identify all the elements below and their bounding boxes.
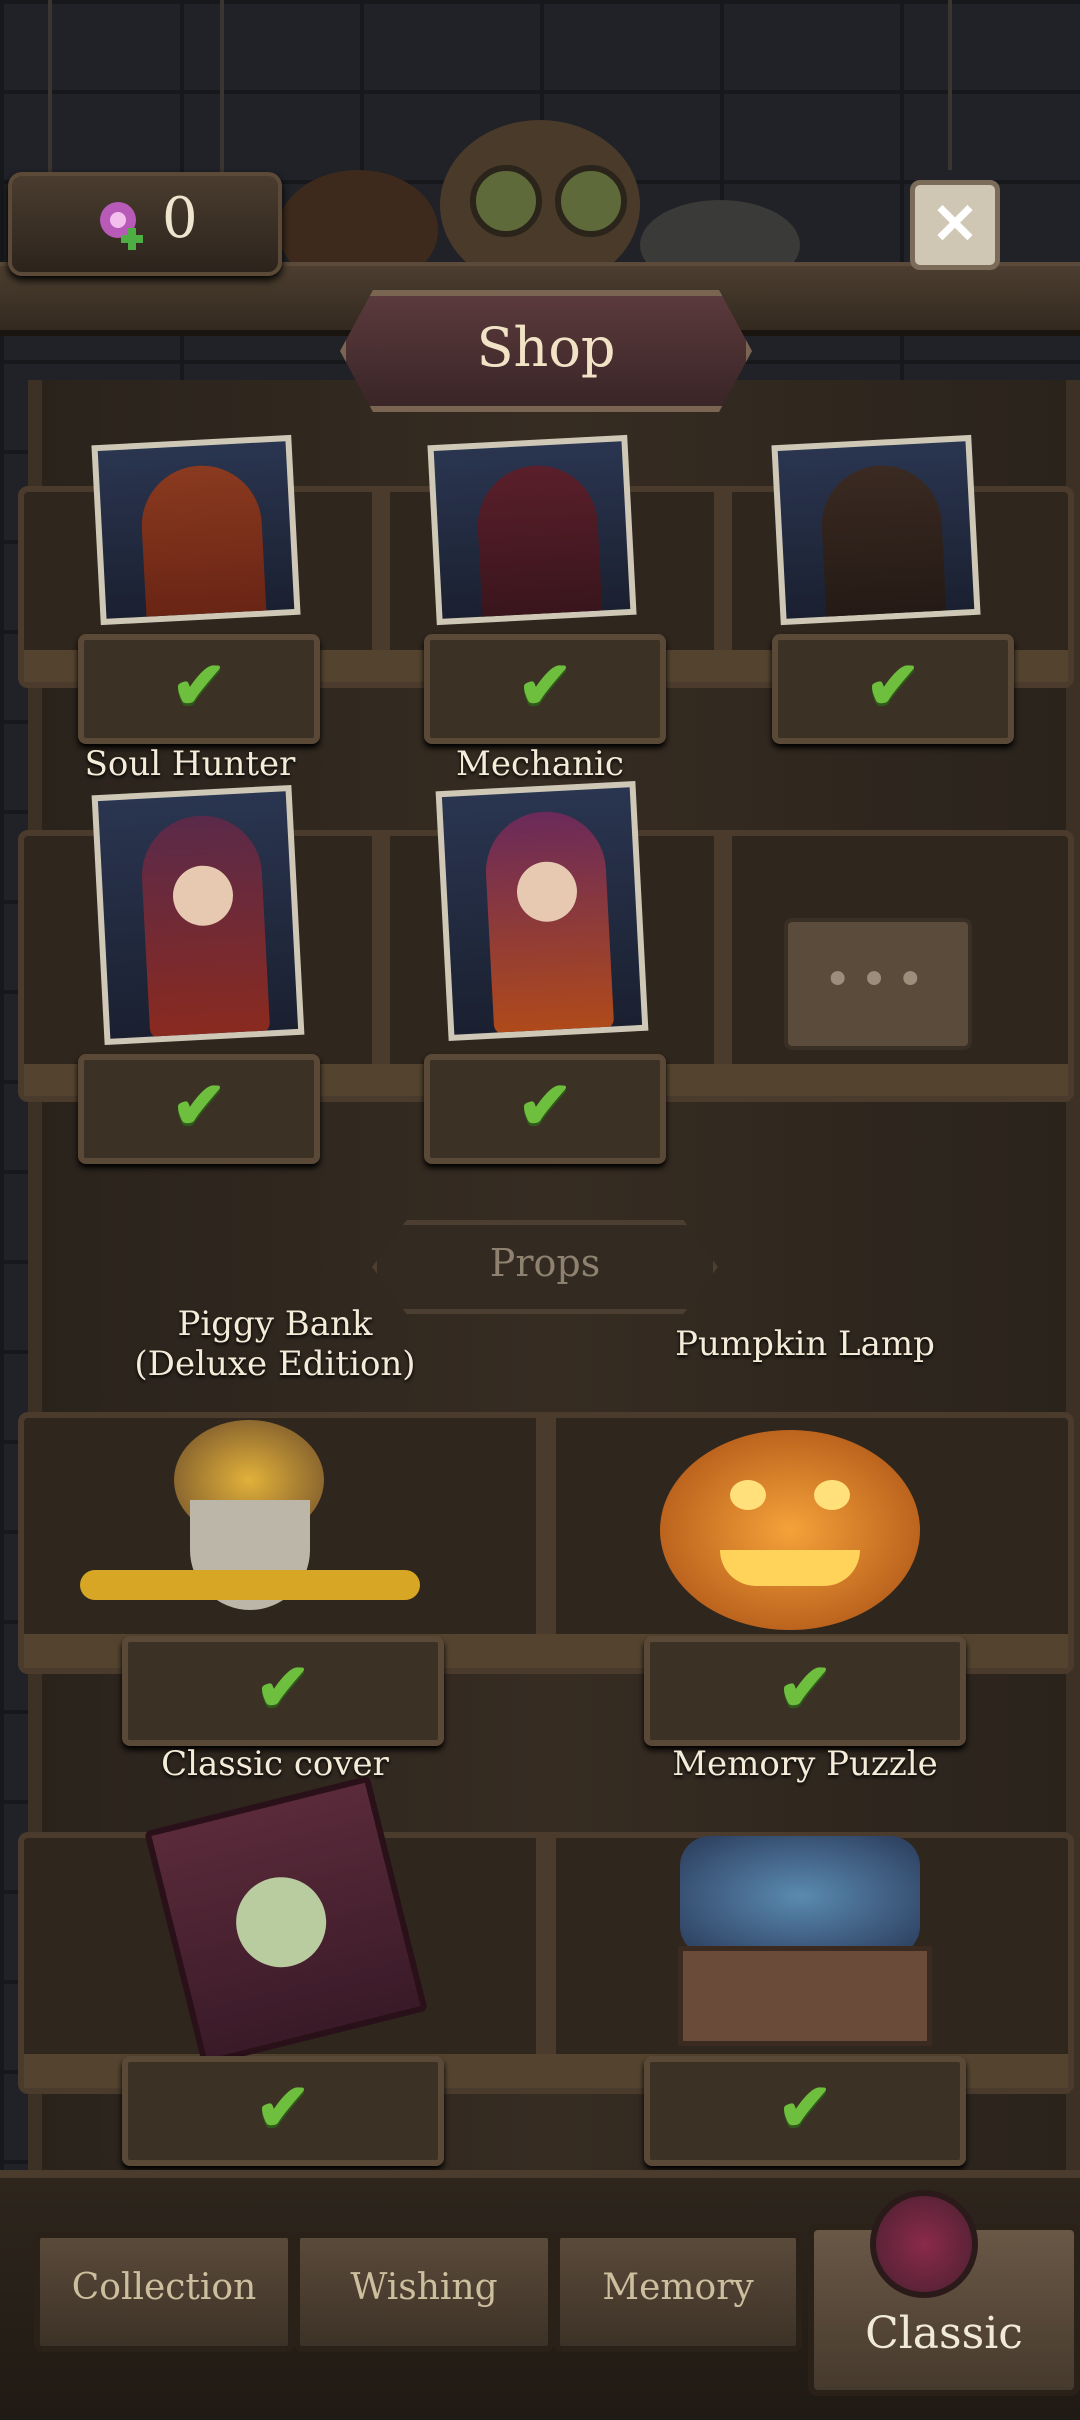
prop-name-line2: (Deluxe Edition) (134, 1344, 416, 1384)
character-card[interactable] (427, 434, 637, 626)
owned-plaque: ✔ (424, 1054, 666, 1164)
candy-currency-counter: 0 (8, 172, 282, 276)
owned-plaque: ✔ (644, 2056, 966, 2166)
owned-plaque: ✔ (78, 634, 320, 744)
props-section-title: Props (489, 1241, 601, 1285)
tab-memory[interactable]: Memory (554, 2232, 802, 2352)
check-icon: ✔ (517, 1066, 573, 1145)
character-name: Mechanic (456, 744, 624, 784)
pumpkin-lamp-icon[interactable] (660, 1430, 920, 1630)
check-icon: ✔ (171, 1066, 227, 1145)
owned-plaque: ✔ (122, 2056, 444, 2166)
props-section-banner: Props (372, 1220, 718, 1314)
close-button[interactable]: ✕ (910, 180, 1000, 270)
owned-plaque: ✔ (772, 634, 1014, 744)
tab-collection[interactable]: Collection (34, 2232, 294, 2352)
candy-icon (100, 202, 143, 250)
rope (948, 0, 952, 170)
check-icon: ✔ (517, 646, 573, 725)
rope (48, 0, 52, 180)
prop-name: Classic cover (161, 1744, 389, 1784)
owned-plaque: ✔ (122, 1636, 444, 1746)
check-icon: ✔ (777, 2068, 833, 2147)
character-card-soul-hunter[interactable] (91, 784, 305, 1046)
owned-plaque: ✔ (424, 634, 666, 744)
check-icon: ✔ (255, 1648, 311, 1727)
more-icon: ••• (823, 952, 933, 1008)
owl-eye-icon (470, 165, 542, 237)
memory-puzzle-chest-icon[interactable] (660, 1836, 940, 2046)
prop-name-line1: Piggy Bank (177, 1304, 373, 1344)
character-card[interactable] (91, 434, 301, 626)
owned-plaque: ✔ (644, 1636, 966, 1746)
prop-name: Pumpkin Lamp (675, 1324, 935, 1364)
check-icon: ✔ (171, 646, 227, 725)
shop-title-banner: Shop (340, 290, 752, 412)
check-icon: ✔ (865, 646, 921, 725)
character-name: Soul Hunter (84, 744, 296, 784)
owned-plaque: ✔ (78, 1054, 320, 1164)
check-icon: ✔ (777, 1648, 833, 1727)
more-characters-placeholder: ••• (784, 918, 972, 1050)
page-title: Shop (476, 316, 616, 379)
close-icon: ✕ (931, 191, 979, 257)
tab-wishing[interactable]: Wishing (294, 2232, 554, 2352)
tab-classic-label: Classic (865, 2308, 1023, 2359)
piggy-bank-icon[interactable] (80, 1390, 420, 1620)
classic-emblem-icon (870, 2190, 978, 2298)
prop-name: Memory Puzzle (672, 1744, 938, 1784)
prop-name: Piggy Bank (Deluxe Edition) (100, 1304, 450, 1384)
check-icon: ✔ (255, 2068, 311, 2147)
currency-value: 0 (162, 186, 198, 251)
owl-eye-icon (555, 165, 627, 237)
character-card-mechanic[interactable] (435, 780, 649, 1042)
rope (220, 0, 224, 180)
character-card[interactable] (771, 434, 981, 626)
